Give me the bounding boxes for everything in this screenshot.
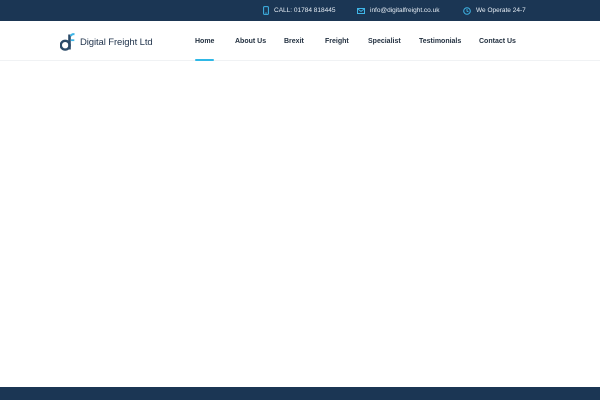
site-logo[interactable]: Digital Freight Ltd bbox=[60, 32, 153, 52]
top-contact-bar: CALL: 01784 818445 info@digitalfreight.c… bbox=[0, 0, 600, 21]
site-header: Digital Freight Ltd Home About Us Brexit… bbox=[0, 21, 600, 61]
hours-text: We Operate 24-7 bbox=[476, 7, 526, 14]
hours-info: We Operate 24-7 bbox=[463, 0, 526, 21]
nav-specialist[interactable]: Specialist bbox=[368, 21, 401, 61]
nav-contact-us[interactable]: Contact Us bbox=[479, 21, 516, 61]
phone-contact[interactable]: CALL: 01784 818445 bbox=[263, 0, 335, 21]
nav-about-us[interactable]: About Us bbox=[235, 21, 266, 61]
nav-home[interactable]: Home bbox=[195, 21, 215, 61]
footer-bar bbox=[0, 387, 600, 400]
logo-text: Digital Freight Ltd bbox=[80, 36, 153, 48]
mail-icon bbox=[357, 7, 365, 14]
logo-mark-icon bbox=[60, 32, 75, 51]
nav-brexit[interactable]: Brexit bbox=[284, 21, 304, 61]
email-text: info@digitalfreight.co.uk bbox=[370, 7, 440, 14]
phone-icon bbox=[263, 6, 269, 15]
nav-freight[interactable]: Freight bbox=[325, 21, 349, 61]
nav-testimonials[interactable]: Testimonials bbox=[419, 21, 461, 61]
clock-icon bbox=[463, 6, 471, 15]
email-contact[interactable]: info@digitalfreight.co.uk bbox=[357, 0, 439, 21]
phone-text: CALL: 01784 818445 bbox=[274, 7, 336, 14]
main-content bbox=[0, 62, 600, 387]
